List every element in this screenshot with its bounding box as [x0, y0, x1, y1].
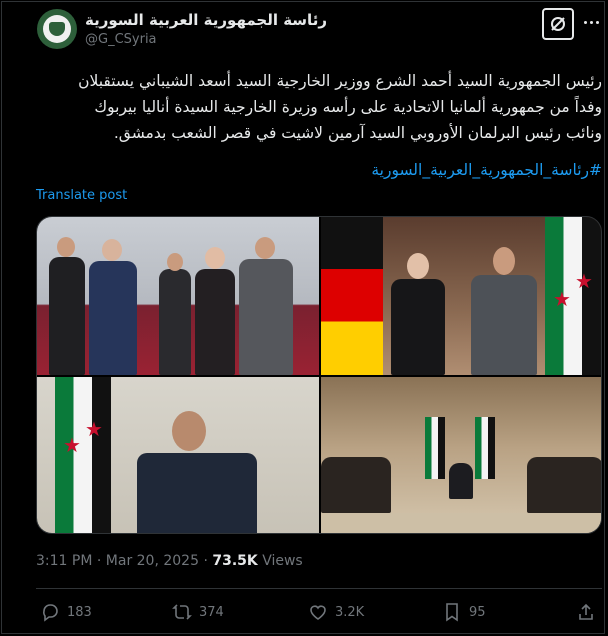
meta-separator: · [96, 553, 102, 569]
person [449, 463, 473, 499]
person-head [102, 239, 122, 261]
photo-3[interactable]: ★ ★ [37, 377, 319, 533]
person-head [205, 247, 225, 269]
star-icon: ★ [553, 287, 571, 311]
more-icon[interactable] [580, 10, 602, 34]
meta-separator: · [203, 553, 208, 569]
star-icon: ★ [63, 433, 81, 457]
like-icon [310, 605, 326, 620]
person [391, 279, 445, 375]
bookmark-button[interactable]: 95 [442, 602, 486, 622]
person [137, 453, 257, 533]
person [49, 257, 85, 375]
photo-grid: ★ ★ ★ ★ [36, 216, 602, 534]
avatar[interactable] [37, 9, 77, 49]
repost-button[interactable]: 374 [172, 602, 224, 622]
post-text: رئيس الجمهورية السيد أحمد الشرع ووزير ال… [36, 68, 602, 146]
syrian-flag [475, 417, 495, 479]
photo-2[interactable]: ★ ★ [321, 217, 601, 375]
post-line: وفداً من جمهورية ألمانيا الاتحادية على ر… [94, 98, 602, 116]
account-handle[interactable]: @G_CSyria [85, 32, 157, 47]
person [89, 261, 137, 375]
grok-icon[interactable] [542, 8, 574, 40]
star-icon: ★ [575, 269, 593, 293]
photo-4[interactable] [321, 377, 601, 533]
reply-icon [43, 604, 58, 622]
views-count: 73.5K [212, 553, 258, 569]
photo-1[interactable] [37, 217, 319, 375]
emblem-icon [43, 15, 71, 43]
person-head [493, 247, 515, 275]
bookmark-icon [446, 603, 458, 622]
translate-post-link[interactable]: Translate post [36, 188, 127, 203]
repost-count: 374 [199, 604, 224, 620]
star-icon: ★ [85, 417, 103, 441]
views-label: Views [262, 553, 303, 569]
person-head [407, 253, 429, 279]
post-meta: 3:11 PM · Mar 20, 2025 · 73.5K Views [36, 553, 303, 569]
person [159, 269, 191, 375]
share-button[interactable] [576, 602, 596, 622]
german-flag [321, 217, 383, 375]
person-head [255, 237, 275, 259]
post-date[interactable]: Mar 20, 2025 [106, 553, 199, 569]
bookmark-count: 95 [469, 604, 486, 620]
post-line: ونائب رئيس البرلمان الأوروبي السيد آرمين… [113, 124, 602, 142]
account-name[interactable]: رئاسة الجمهورية العربية السورية [85, 11, 327, 29]
post-line: رئيس الجمهورية السيد أحمد الشرع ووزير ال… [78, 72, 602, 90]
like-count: 3.2K [335, 604, 365, 620]
person [195, 269, 235, 375]
person [471, 275, 537, 375]
reply-button[interactable]: 183 [40, 602, 92, 622]
repost-icon [172, 604, 192, 620]
person [239, 259, 293, 375]
like-button[interactable]: 3.2K [308, 602, 364, 622]
floor [321, 513, 601, 533]
hashtag-link[interactable]: #رئاسة_الجمهورية_العربية_السورية [36, 161, 602, 179]
delegation-seats [321, 457, 391, 513]
divider [36, 588, 602, 589]
person-head [167, 253, 183, 271]
syrian-flag [425, 417, 445, 479]
reply-count: 183 [67, 604, 92, 620]
post-time[interactable]: 3:11 PM [36, 553, 92, 569]
person-head [172, 411, 206, 451]
delegation-seats [527, 457, 601, 513]
share-icon [579, 603, 593, 620]
person-head [57, 237, 75, 257]
